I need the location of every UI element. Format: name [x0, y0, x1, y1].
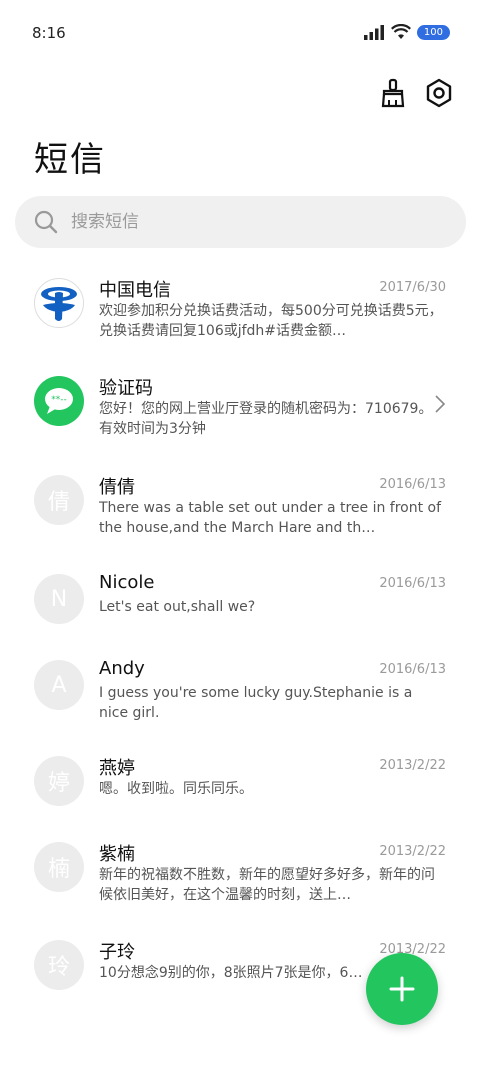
broom-icon	[381, 78, 405, 108]
china-telecom-logo-icon	[41, 287, 77, 321]
new-message-button[interactable]	[366, 953, 438, 1025]
search-bar[interactable]	[15, 196, 466, 248]
message-preview: Let's eat out,shall we?	[99, 599, 256, 615]
message-item[interactable]: 婷 燕婷 2013/2/22 嗯。收到啦。同乐同乐。	[0, 746, 480, 826]
page-title: 短信	[34, 140, 106, 180]
message-sender: Andy	[99, 658, 145, 679]
avatar: 楠	[34, 842, 84, 892]
avatar: **--	[34, 376, 84, 426]
message-item-china-telecom[interactable]: 中国电信 2017/6/30 欢迎参加积分兑换话费活动，每500分可兑换话费5元…	[0, 268, 480, 364]
chevron-right-icon	[435, 395, 446, 413]
message-item-verification[interactable]: **-- 验证码 您好！您的网上营业厅登录的随机密码为：710679。有效时间为…	[0, 366, 480, 462]
message-sender: 紫楠	[99, 844, 135, 865]
message-sender: 子玲	[99, 942, 135, 963]
search-input[interactable]	[71, 212, 431, 232]
status-icons: 100	[363, 24, 450, 40]
message-preview: 您好！您的网上营业厅登录的随机密码为：710679。有效时间为3分钟	[99, 401, 433, 437]
message-date: 2013/2/22	[379, 758, 446, 773]
message-item[interactable]: 倩 倩倩 2016/6/13 There was a table set out…	[0, 465, 480, 561]
message-item[interactable]: A Andy 2016/6/13 I guess you're some luc…	[0, 650, 480, 746]
plus-icon	[389, 976, 415, 1002]
avatar: 倩	[34, 475, 84, 525]
search-icon	[34, 210, 58, 234]
message-sender: Nicole	[99, 572, 155, 593]
message-sender: 燕婷	[99, 758, 135, 779]
clean-button[interactable]	[378, 76, 408, 110]
avatar: 玲	[34, 940, 84, 990]
message-date: 2016/6/13	[379, 477, 446, 492]
avatar: 婷	[34, 756, 84, 806]
signal-icon	[363, 25, 384, 40]
message-date: 2017/6/30	[379, 280, 446, 295]
battery-indicator: 100	[416, 24, 450, 40]
gear-icon	[426, 78, 452, 108]
message-item[interactable]: N Nicole 2016/6/13 Let's eat out,shall w…	[0, 564, 480, 644]
avatar: N	[34, 574, 84, 624]
message-date: 2016/6/13	[379, 662, 446, 677]
message-date: 2016/6/13	[379, 576, 446, 591]
message-item[interactable]: 楠 紫楠 2013/2/22 新年的祝福数不胜数，新年的愿望好多好多，新年的问候…	[0, 832, 480, 928]
svg-text:**--: **--	[51, 395, 67, 405]
settings-button[interactable]	[424, 76, 454, 110]
message-sender: 验证码	[99, 378, 153, 399]
chat-bubble-icon: **--	[45, 388, 73, 414]
avatar	[34, 278, 84, 328]
toolbar	[378, 76, 454, 110]
message-sender: 中国电信	[99, 280, 171, 301]
message-date: 2013/2/22	[379, 844, 446, 859]
status-bar: 8:16 100	[0, 0, 480, 66]
message-sender: 倩倩	[99, 477, 135, 498]
message-preview: There was a table set out under a tree i…	[99, 500, 442, 536]
wifi-icon	[390, 24, 411, 39]
avatar: A	[34, 660, 84, 710]
message-preview: 欢迎参加积分兑换话费活动，每500分可兑换话费5元，兑换话费请回复106或jfd…	[99, 303, 443, 339]
message-preview: 嗯。收到啦。同乐同乐。	[99, 781, 253, 797]
status-time: 8:16	[32, 24, 66, 42]
message-preview: 新年的祝福数不胜数，新年的愿望好多好多，新年的问候依旧美好，在这个温馨的时刻，送…	[99, 867, 435, 903]
message-preview: I guess you're some lucky guy.Stephanie …	[99, 685, 413, 721]
